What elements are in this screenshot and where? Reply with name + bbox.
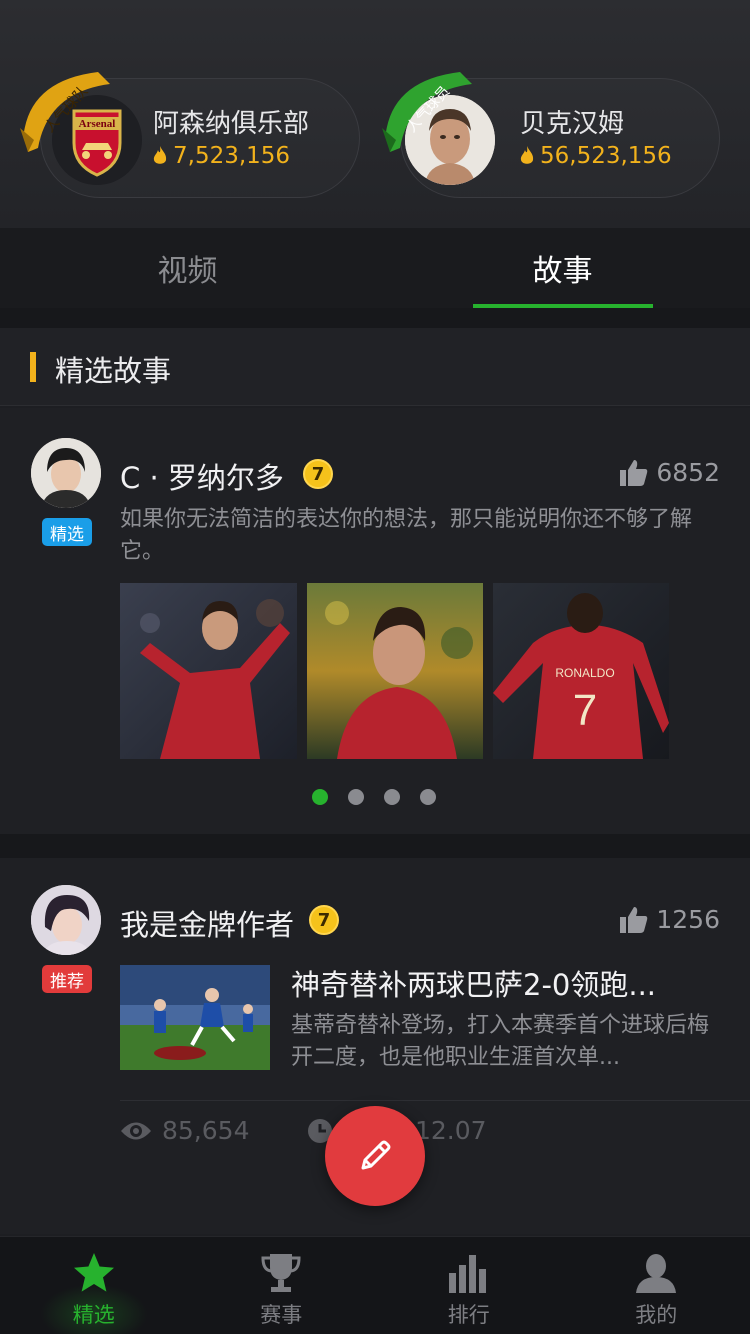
tab-stories[interactable]: 故事 (375, 228, 750, 308)
author-avatar[interactable] (31, 438, 101, 508)
view-count-value: 85,654 (162, 1116, 250, 1145)
carousel-dot[interactable] (312, 789, 328, 805)
nav-profile[interactable]: 我的 (563, 1237, 750, 1334)
story-image[interactable] (120, 583, 297, 759)
thumbs-up-icon (620, 459, 648, 486)
pencil-icon (361, 1140, 391, 1170)
nav-label: 排行 (447, 1303, 490, 1327)
author-name[interactable]: 我是金牌作者 (120, 902, 294, 944)
like-count[interactable]: 1256 (620, 905, 720, 934)
eye-icon (121, 1122, 151, 1139)
bottom-navigation: 精选 赛事 排行 我的 (0, 1236, 750, 1334)
jersey-number-text: 7 (573, 686, 597, 735)
jersey-name-text: RONALDO (555, 666, 614, 680)
player-score-value: 56,523,156 (540, 143, 672, 169)
team-score: 7,523,156 (153, 143, 290, 169)
section-title: 精选故事 (55, 354, 172, 388)
level-badge: 7 (303, 459, 333, 489)
like-count[interactable]: 6852 (620, 458, 720, 487)
player-name: 贝克汉姆 (520, 109, 625, 139)
divider (120, 1100, 750, 1101)
level-badge: 7 (309, 905, 339, 935)
bar-chart-icon (448, 1255, 486, 1293)
content-tabs: 视频 故事 (0, 228, 750, 308)
card-spacer (0, 834, 750, 858)
carousel-dot[interactable] (420, 789, 436, 805)
thumbs-up-icon (620, 906, 648, 933)
tab-video[interactable]: 视频 (0, 228, 375, 308)
player-score: 56,523,156 (520, 143, 672, 169)
like-count-value: 1256 (656, 905, 720, 934)
view-count: 85,654 (120, 1116, 249, 1145)
compose-button[interactable] (325, 1106, 425, 1206)
carousel-dot[interactable] (384, 789, 400, 805)
trophy-icon (261, 1254, 301, 1292)
featured-header: Arsenal 人气球队 阿森纳俱乐部 7,523,156 人气球员 贝克汉姆 … (0, 0, 750, 228)
nav-label: 我的 (635, 1303, 678, 1327)
featured-badge: 精选 (42, 518, 92, 546)
flame-icon (520, 146, 534, 164)
nav-featured[interactable]: 精选 (0, 1237, 188, 1334)
story-image[interactable]: RONALDO 7 (493, 583, 669, 759)
nav-ranking[interactable]: 排行 (375, 1237, 563, 1334)
section-header: 精选故事 (0, 328, 750, 406)
spacer (0, 308, 750, 328)
story-excerpt: 如果你无法简洁的表达你的想法，那只能说明你还不够了解它。 (120, 507, 693, 564)
story-image[interactable] (307, 583, 483, 759)
story-title[interactable]: 神奇替补两球巴萨2-0领跑... (291, 962, 656, 1004)
publish-date-value: 12.07 (415, 1116, 487, 1145)
flame-icon (153, 146, 167, 164)
carousel-indicator[interactable] (312, 789, 436, 805)
nav-label: 赛事 (260, 1303, 303, 1327)
author-name[interactable]: C · 罗纳尔多 (120, 455, 284, 497)
recommended-badge: 推荐 (42, 965, 92, 993)
team-score-value: 7,523,156 (173, 143, 291, 169)
user-icon (636, 1254, 677, 1293)
carousel-dot[interactable] (348, 789, 364, 805)
star-icon (73, 1253, 114, 1292)
nav-matches[interactable]: 赛事 (188, 1237, 376, 1334)
author-avatar[interactable] (31, 885, 101, 955)
popular-team-ribbon: 人气球队 (18, 70, 128, 180)
section-accent-bar (30, 352, 36, 382)
nav-label: 精选 (72, 1303, 115, 1327)
like-count-value: 6852 (656, 458, 720, 487)
story-thumbnail[interactable] (120, 965, 270, 1070)
story-excerpt: 基蒂奇替补登场，打入本赛季首个进球后梅开二度，也是他职业生涯首次单... (291, 1013, 710, 1070)
popular-player-ribbon: 人气球员 (380, 70, 490, 180)
team-name: 阿森纳俱乐部 (153, 109, 310, 139)
